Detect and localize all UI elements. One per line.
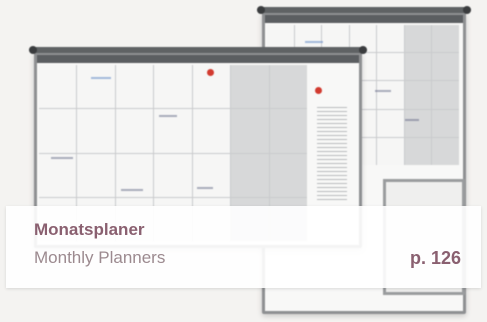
marker-note xyxy=(91,77,111,79)
magnet-dot xyxy=(207,69,214,76)
caption-title: Monatsplaner xyxy=(34,220,145,239)
task-list xyxy=(317,107,347,203)
marker-note xyxy=(159,115,177,117)
board-header-strip xyxy=(265,15,463,23)
page-reference[interactable]: p. 126 xyxy=(410,248,461,269)
marker-note xyxy=(197,187,213,189)
marker-note xyxy=(405,119,419,121)
board-rail xyxy=(257,6,471,14)
marker-note xyxy=(121,189,143,191)
marker-note xyxy=(375,90,391,92)
magnet-dot xyxy=(315,87,322,94)
catalog-caption[interactable]: Monatsplaner Monthly Planners p. 126 xyxy=(6,206,481,288)
board-header-strip xyxy=(37,55,359,63)
marker-note xyxy=(305,41,323,43)
board-rail xyxy=(29,46,367,54)
marker-note xyxy=(51,157,73,159)
caption-subtitle: Monthly Planners xyxy=(34,248,166,267)
